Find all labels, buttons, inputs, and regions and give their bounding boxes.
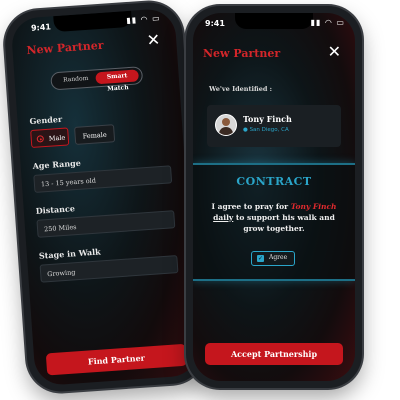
stage-label: Stage in Walk (38, 246, 101, 261)
agree-checkbox[interactable]: ✓ Agree (251, 251, 295, 266)
age-range-label: Age Range (32, 157, 82, 171)
match-toggle: Random Smart Match (50, 66, 144, 93)
right-screen: 9:41 ▮▮ ◠ ▭ New Partner ✕ We've Identifi… (193, 13, 355, 381)
gender-male-option[interactable]: Male (30, 127, 70, 149)
contract-partner-name: Tony Finch (290, 202, 337, 211)
close-icon[interactable]: ✕ (146, 30, 161, 50)
close-icon[interactable]: ✕ (328, 44, 341, 60)
status-time: 9:41 (205, 19, 225, 28)
partner-location: ● San Diego, CA (243, 127, 289, 133)
find-partner-button[interactable]: Find Partner (45, 343, 187, 376)
gender-female-option[interactable]: Female (74, 124, 116, 145)
status-icons: ▮▮ ◠ ▭ (125, 13, 161, 26)
status-icons: ▮▮ ◠ ▭ (310, 18, 345, 27)
gender-label: Gender (29, 113, 63, 127)
identified-label: We've Identified : (209, 85, 273, 93)
notch (53, 10, 133, 33)
accept-partnership-button[interactable]: Accept Partnership (205, 343, 343, 365)
page-title: New Partner (203, 47, 281, 60)
toggle-random[interactable]: Random (55, 72, 96, 87)
agree-label: Agree (269, 254, 288, 261)
location-pin-icon: ● (243, 127, 248, 133)
partner-card: Tony Finch ● San Diego, CA (207, 105, 341, 147)
status-time: 9:41 (30, 22, 52, 33)
contract-text: I agree to pray for Tony Finch daily to … (211, 202, 337, 233)
toggle-smart-match[interactable]: Smart Match (95, 69, 140, 93)
page-title: New Partner (26, 38, 104, 58)
gender-male-label: Male (48, 133, 66, 143)
avatar (215, 114, 237, 136)
left-phone: 9:41 ▮▮ ◠ ▭ New Partner ✕ Random Smart M… (2, 0, 208, 394)
gender-female-label: Female (82, 130, 107, 141)
right-phone: 9:41 ▮▮ ◠ ▭ New Partner ✕ We've Identifi… (186, 6, 362, 388)
contract-daily: daily (213, 213, 234, 222)
radio-selected-icon (36, 135, 45, 143)
checkbox-icon: ✓ (257, 255, 264, 262)
notch (235, 13, 313, 29)
contract-heading: CONTRACT (236, 175, 312, 188)
partner-name: Tony Finch (243, 114, 292, 124)
distance-label: Distance (35, 203, 76, 216)
contract-panel: CONTRACT I agree to pray for Tony Finch … (193, 163, 355, 281)
left-screen: 9:41 ▮▮ ◠ ▭ New Partner ✕ Random Smart M… (10, 7, 200, 387)
